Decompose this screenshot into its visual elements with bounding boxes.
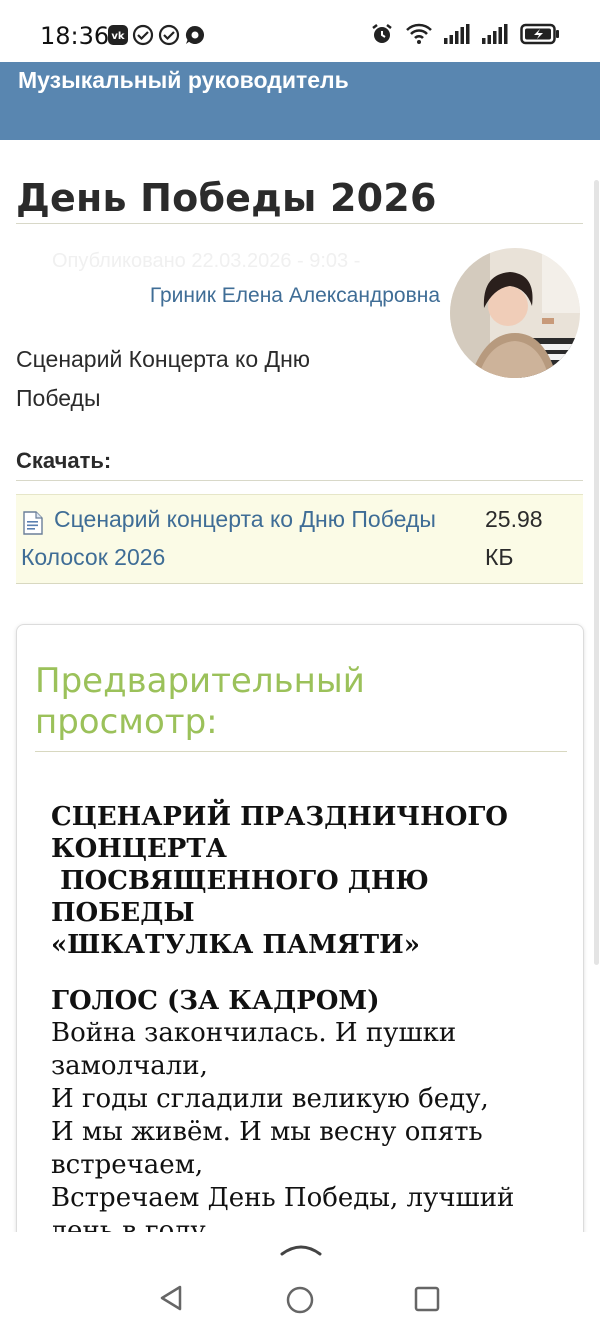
site-header: Музыкальный руководитель [0,62,600,140]
article-description: Сценарий Концерта ко Дню Победы [16,346,311,411]
notification-icons: vk [108,24,206,46]
chat-bubble-icon [184,24,206,46]
preview-card: Предварительный просмотр: СЦЕНАРИЙ ПРАЗД… [16,624,584,1326]
svg-text:vk: vk [111,31,125,42]
vk-icon: vk [108,25,128,45]
wifi-icon [406,23,432,45]
status-bar: 18:36 vk [0,0,600,66]
divider [16,223,583,224]
file-size: 25.98 КБ [485,506,543,570]
check-circle-icon [132,24,154,46]
published-date: Опубликовано 22.03.2026 - 9:03 - [52,250,361,272]
preview-heading: Предварительный просмотр: [35,661,365,742]
system-navigation-bar [0,1232,600,1332]
author-link[interactable]: Гриник Елена Александровна [150,284,440,308]
check-circle-icon [158,24,180,46]
system-icons [370,22,560,46]
home-icon[interactable] [285,1285,315,1320]
author-avatar[interactable] [450,248,580,378]
document-preview: СЦЕНАРИЙ ПРАЗДНИЧНОГО КОНЦЕРТА ПОСВЯЩЕНН… [51,801,561,1248]
document-title: СЦЕНАРИЙ ПРАЗДНИЧНОГО КОНЦЕРТА ПОСВЯЩЕНН… [51,802,508,960]
divider [16,480,583,481]
swipe-up-icon[interactable] [280,1242,322,1261]
download-attachment: Сценарий концерта ко Дню Победы Колосок … [16,494,583,584]
status-time: 18:36 [40,22,110,50]
signal-icon [482,24,508,44]
scrollbar[interactable] [594,180,599,965]
file-download-link[interactable]: Сценарий концерта ко Дню Победы Колосок … [21,500,441,576]
download-heading: Скачать: [16,448,112,473]
signal-icon [444,24,470,44]
page-title: День Победы 2026 [16,176,437,220]
speaker-label: ГОЛОС (ЗА КАДРОМ) [51,986,380,1016]
site-title[interactable]: Музыкальный руководитель [18,67,349,94]
recents-icon[interactable] [414,1286,440,1317]
poem-text: Война закончилась. И пушки замолчали, И … [51,1018,515,1246]
divider [35,751,567,752]
back-icon[interactable] [158,1284,184,1317]
battery-icon [520,23,560,45]
alarm-icon [370,22,394,46]
